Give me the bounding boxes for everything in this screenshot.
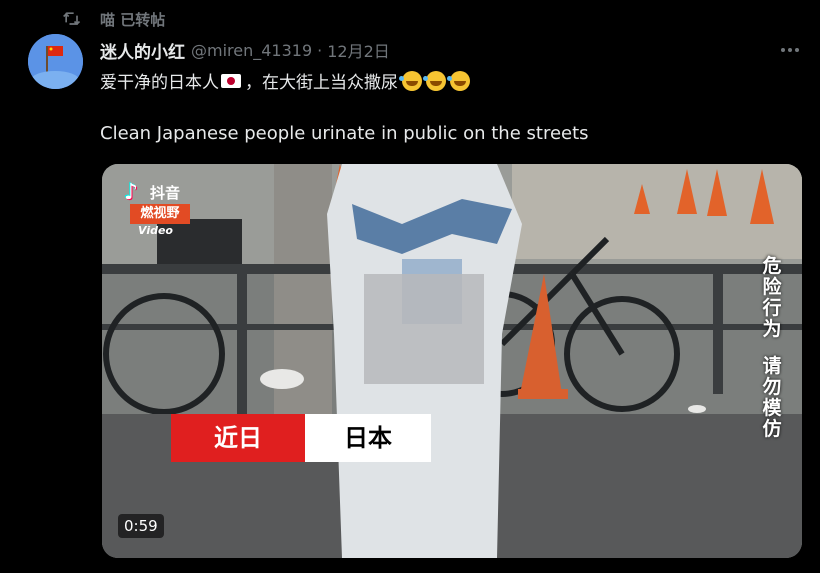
avatar-image <box>28 34 83 89</box>
watermark-brand: 抖音 <box>150 184 181 202</box>
repost-label: 喵 已转帖 <box>100 11 166 29</box>
rolling-laughing-emoji-2 <box>423 70 446 91</box>
avatar[interactable] <box>28 34 83 89</box>
rolling-laughing-emoji-3 <box>447 70 470 91</box>
watermark-sub: 燃视野 <box>130 204 190 224</box>
video-duration: 0:59 <box>118 514 164 538</box>
caption-right: 日本 <box>305 414 431 462</box>
post-header: 迷人的小红 @miren_41319 · 12月2日 <box>100 38 390 63</box>
repost-indicator[interactable]: 喵 已转帖 <box>0 0 820 38</box>
post-text-part2: ，在大街上当众撒尿 <box>245 73 398 93</box>
post-text-chinese: 爱干净的日本人 ，在大街上当众撒尿 <box>100 68 470 93</box>
more-options-icon[interactable] <box>778 40 802 60</box>
repost-icon <box>63 12 81 26</box>
douyin-watermark: ♪ 抖音 燃视野 Video <box>124 180 190 240</box>
separator-dot: · <box>317 40 323 60</box>
tiktok-logo-icon: ♪ <box>124 180 139 205</box>
side-warning-1: 危险行为 <box>762 255 782 340</box>
side-warning-2: 请勿模仿 <box>762 355 782 440</box>
video-player[interactable]: ♪ 抖音 燃视野 Video 近日 日本 危险行为 请勿模仿 0:59 <box>102 164 802 558</box>
watermark-video-label: Video <box>138 224 173 237</box>
author-name[interactable]: 迷人的小红 <box>100 38 185 63</box>
video-frame <box>102 164 802 558</box>
post-text-part1: 爱干净的日本人 <box>100 73 219 93</box>
post-date[interactable]: 12月2日 <box>327 38 390 62</box>
japan-flag-emoji <box>221 73 241 88</box>
rolling-laughing-emoji-1 <box>399 70 422 91</box>
post-text-english: Clean Japanese people urinate in public … <box>100 123 589 144</box>
author-handle[interactable]: @miren_41319 <box>191 41 312 60</box>
caption-left: 近日 <box>171 414 305 462</box>
